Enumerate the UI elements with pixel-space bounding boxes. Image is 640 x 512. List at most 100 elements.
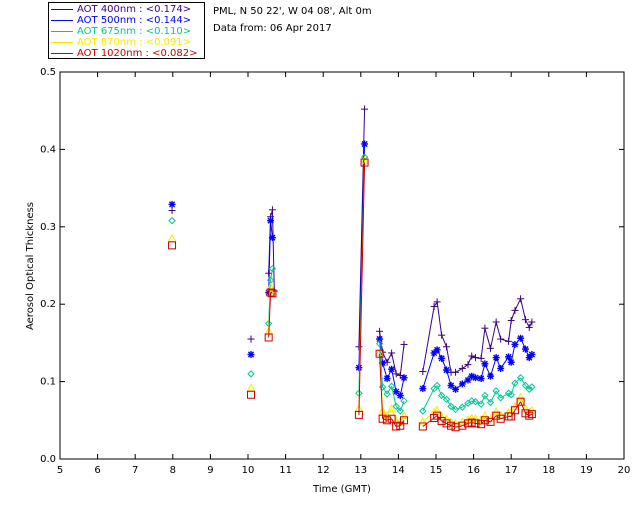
data-point <box>468 352 476 360</box>
data-point <box>361 105 369 113</box>
data-point <box>438 354 446 362</box>
data-point <box>480 411 490 420</box>
x-tick-label: 15 <box>430 465 443 476</box>
series-line-segment <box>462 364 469 369</box>
series-line-segment <box>358 162 366 415</box>
location-text: PML, N 50 22', W 04 08', Alt 0m <box>213 6 372 17</box>
x-tick-label: 7 <box>132 465 138 476</box>
data-point <box>511 340 519 348</box>
legend-swatch <box>51 31 73 32</box>
data-point <box>396 392 404 400</box>
data-point <box>477 375 485 383</box>
legend-label: AOT 500nm : <0.144> <box>77 15 192 26</box>
series-line-segment <box>422 352 435 389</box>
x-tick-label: 10 <box>242 465 255 476</box>
series-line-segment <box>484 328 492 349</box>
data-point <box>361 140 369 148</box>
x-axis-ticks: 5 6 7 8 9 10 11 12 13 14 15 16 17 18 19 20 <box>57 72 631 476</box>
data-point <box>471 374 479 382</box>
legend-item: AOT 675nm : <0.110> <box>51 26 191 37</box>
data-point <box>400 340 408 348</box>
data-point <box>268 206 276 214</box>
legend-item: AOT 400nm : <0.174> <box>51 4 191 15</box>
data-point <box>376 327 384 335</box>
series-line-segment <box>525 319 530 328</box>
series-3 <box>168 153 536 415</box>
series-line-segment <box>510 310 516 321</box>
series-line-segment <box>441 334 447 347</box>
series-line-segment <box>490 357 497 377</box>
data-point <box>438 331 446 339</box>
series-line-segment <box>484 395 491 403</box>
plot-frame <box>59 71 625 460</box>
data-point <box>383 375 391 383</box>
data-point <box>247 370 255 378</box>
data-point <box>487 372 495 380</box>
data-point <box>507 358 515 366</box>
data-point <box>247 390 256 399</box>
series-line-segment <box>467 355 473 365</box>
data-point <box>471 354 479 362</box>
data-point <box>481 360 489 368</box>
data-point <box>246 383 256 392</box>
legend-item: AOT 1020nm : <0.082> <box>51 48 197 59</box>
data-point <box>521 345 529 353</box>
data-point <box>419 368 427 376</box>
x-tick-label: 6 <box>94 465 100 476</box>
legend-label: AOT 400nm : <0.174> <box>77 4 192 15</box>
series-5 <box>168 158 536 432</box>
data-point <box>481 324 489 332</box>
data-point <box>477 354 485 362</box>
data-point <box>492 318 500 326</box>
legend-swatch <box>51 53 73 54</box>
data-point <box>388 365 396 373</box>
legend-item: AOT 870nm : <0.091> <box>51 37 191 48</box>
data-point <box>247 335 255 343</box>
legend-label: AOT 870nm : <0.091> <box>77 37 192 48</box>
series-line-segment <box>490 321 497 349</box>
data-point <box>516 392 525 401</box>
y-axis-label: Aerosol Optical Thickness <box>25 202 36 330</box>
series-line-segment <box>475 422 482 425</box>
x-tick-label: 12 <box>317 465 330 476</box>
series-line-segment <box>422 306 435 372</box>
data-point <box>400 374 408 382</box>
data-point <box>497 364 505 372</box>
series-line-segment <box>422 411 435 423</box>
y-tick-label: 0.5 <box>40 67 56 78</box>
data-point <box>355 364 363 372</box>
data-point <box>443 343 451 351</box>
data-point <box>387 404 396 413</box>
x-tick-label: 8 <box>170 465 176 476</box>
series-layer <box>167 105 537 432</box>
series-line-segment <box>495 321 502 340</box>
data-point <box>458 380 466 388</box>
data-point <box>419 385 427 393</box>
series-line-segment <box>514 298 522 311</box>
y-tick-label: 0.0 <box>40 454 56 465</box>
legend-swatch <box>51 42 73 43</box>
aot-chart: 5 6 7 8 9 10 11 12 13 14 15 16 17 18 19 20 0.0 0.1 0.2 0.3… <box>25 67 631 495</box>
x-tick-label: 14 <box>392 465 405 476</box>
data-point <box>168 216 176 225</box>
data-point <box>491 407 501 416</box>
legend: AOT 400nm : <0.174> AOT 500nm : <0.144> AO… <box>48 2 205 59</box>
data-point <box>464 361 472 369</box>
data-point <box>267 217 275 225</box>
series-line-segment <box>422 388 435 412</box>
series-line-segment <box>399 344 405 376</box>
x-tick-label: 16 <box>467 465 480 476</box>
legend-label: AOT 675nm : <0.110> <box>77 26 192 37</box>
y-axis-ticks: 0.0 0.1 0.2 0.3 0.4 0.5 <box>40 67 624 465</box>
series-line-segment <box>436 385 443 396</box>
legend-item: AOT 500nm : <0.144> <box>51 15 191 26</box>
series-line-segment <box>520 298 526 320</box>
data-point <box>528 351 536 359</box>
legend-label: AOT 1020nm : <0.082> <box>77 48 198 59</box>
series-1 <box>168 105 536 379</box>
data-point <box>168 241 177 250</box>
data-point <box>268 234 276 242</box>
data-point <box>505 337 513 345</box>
y-tick-label: 0.2 <box>40 299 56 310</box>
x-tick-label: 20 <box>618 465 631 476</box>
